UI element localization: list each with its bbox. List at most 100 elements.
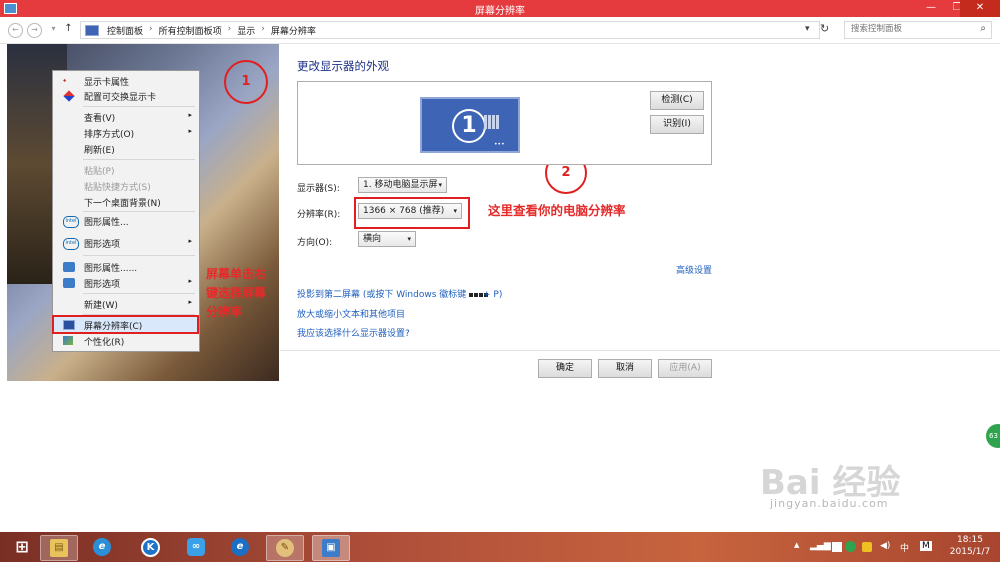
ok-button[interactable]: 确定 (538, 359, 592, 378)
breadcrumb-item[interactable]: 屏幕分辨率 (271, 24, 316, 37)
identify-button[interactable]: 识别(I) (650, 115, 704, 134)
which-settings-link[interactable]: 我应该选择什么显示器设置? (297, 326, 410, 339)
clock-time: 18:15 (957, 535, 983, 545)
ime-indicator[interactable]: M (920, 541, 932, 551)
internet-explorer-icon: e (93, 538, 111, 556)
submenu-arrow-icon: ▸ (188, 127, 192, 135)
submenu-arrow-icon: ▸ (188, 277, 192, 285)
submenu-arrow-icon: ▸ (188, 298, 192, 306)
intel-icon: intel (63, 238, 79, 250)
cancel-button[interactable]: 取消 (598, 359, 652, 378)
menu-item-next-background[interactable]: 下一个桌面背景(N) (54, 194, 198, 210)
annotation-left-note: 屏幕单击右 键选择屏幕 分辨率 (206, 267, 267, 319)
detect-button[interactable]: 检测(C) (650, 91, 704, 110)
display-select[interactable]: 1. 移动电脑显示屏 ▾ (358, 177, 447, 193)
breadcrumb-separator: › (149, 24, 153, 34)
graphics-icon (63, 278, 75, 288)
taskbar-internet-explorer[interactable]: e (84, 535, 120, 559)
menu-item-personalize[interactable]: 个性化(R) (54, 333, 198, 349)
taskbar: ⊞ ▤ e K ∞ e ✎ ▣ ▲ ▂▄▆ ◀) 中 M 18:15 2015/… (0, 532, 1000, 562)
windows-logo-icon: ⊞ (15, 537, 29, 556)
display-label: 显示器(S): (297, 184, 340, 194)
highlight-screen-resolution (52, 315, 199, 334)
text-size-link[interactable]: 放大或缩小文本和其他项目 (297, 307, 405, 320)
address-bar[interactable]: 控制面板 › 所有控制面板项 › 显示 › 屏幕分辨率 ▾ (80, 21, 820, 39)
window-title: 屏幕分辨率 (475, 6, 525, 17)
breadcrumb-item[interactable]: 显示 (237, 24, 255, 37)
taskbar-k-app[interactable]: K (132, 535, 168, 559)
taskbar-file-explorer[interactable]: ▤ (40, 535, 78, 561)
menu-item-switchable-graphics[interactable]: 配置可交换显示卡 (54, 88, 198, 104)
floating-badge[interactable]: 63 (986, 424, 1000, 448)
menu-item-intel-graphics-properties[interactable]: intel 图形属性... (54, 213, 198, 229)
address-dropdown-icon[interactable]: ▾ (805, 24, 810, 34)
search-input[interactable] (851, 22, 971, 36)
menu-item-graphics-card-properties[interactable]: ⬩ 显示卡属性 (54, 73, 198, 89)
breadcrumb: 控制面板 › 所有控制面板项 › 显示 › 屏幕分辨率 (107, 24, 316, 37)
minimize-button[interactable]: — (918, 0, 944, 17)
taskbar-browser[interactable]: e (222, 535, 258, 559)
search-icon[interactable]: ⌕ (980, 23, 986, 34)
clock-date: 2015/1/7 (949, 547, 991, 557)
chevron-down-icon: ▾ (453, 207, 457, 215)
graphics-card-icon: ⬩ (63, 76, 67, 86)
monitor-number: 1 (452, 109, 486, 143)
menu-item-refresh[interactable]: 刷新(E) (54, 141, 198, 157)
menu-item-paste-shortcut: 粘贴快捷方式(S) (84, 183, 151, 193)
menu-item-graphics-options[interactable]: 图形选项 ▸ (54, 275, 198, 291)
graphics-icon (63, 262, 75, 272)
control-panel-icon: ▣ (322, 539, 340, 557)
orientation-select[interactable]: 横向 ▾ (358, 231, 416, 247)
breadcrumb-item[interactable]: 所有控制面板项 (159, 24, 222, 37)
desktop-context-menu: ⬩ 显示卡属性 配置可交换显示卡 查看(V) ▸ 排序方式(O) ▸ 刷新(E)… (52, 70, 200, 352)
taskbar-cloud-app[interactable]: ∞ (178, 535, 214, 559)
page-title: 更改显示器的外观 (297, 59, 389, 73)
cloud-app-icon: ∞ (187, 538, 205, 556)
tray-app-icon[interactable] (862, 542, 872, 552)
breadcrumb-item[interactable]: 控制面板 (107, 24, 143, 37)
start-button[interactable]: ⊞ (4, 535, 40, 559)
intel-icon: intel (63, 216, 79, 228)
recent-pages-dropdown[interactable]: ▾ (47, 23, 60, 36)
orientation-label: 方向(O): (297, 238, 333, 248)
input-language-indicator[interactable]: 中 (900, 541, 909, 554)
monitor-preview-area: 1 ••• 检测(C) 识别(I) (297, 81, 712, 165)
forward-button[interactable]: → (27, 23, 42, 38)
tray-chevron-icon[interactable]: ▲ (794, 541, 799, 549)
title-bar: 屏幕分辨率 — ❐ ✕ (0, 0, 1000, 17)
taskbar-control-panel[interactable]: ▣ (312, 535, 350, 561)
address-toolbar: ← → ▾ ↑ 控制面板 › 所有控制面板项 › 显示 › 屏幕分辨率 ▾ ↻ … (0, 17, 1000, 44)
menu-separator (83, 255, 195, 256)
divider (280, 350, 1000, 351)
menu-item-graphics-properties[interactable]: 图形属性...... (54, 259, 198, 275)
advanced-settings-link[interactable]: 高级设置 (676, 263, 712, 276)
resolution-select[interactable]: 1366 × 768 (推荐) ▾ (358, 203, 462, 219)
step-1-marker: 1 (224, 60, 268, 104)
chevron-down-icon: ▾ (438, 181, 442, 189)
menu-item-new[interactable]: 新建(W) ▸ (54, 296, 198, 312)
system-clock[interactable]: 18:15 2015/1/7 (944, 534, 996, 558)
k-app-icon: K (141, 538, 160, 557)
menu-item-sort-by[interactable]: 排序方式(O) ▸ (54, 125, 198, 141)
back-button[interactable]: ← (8, 23, 23, 38)
menu-separator (83, 159, 195, 160)
volume-icon[interactable]: ◀) (880, 541, 890, 551)
project-second-screen-link[interactable]: 投影到第二屏幕 (或按下 Windows 徽标键 + P) (297, 287, 502, 300)
up-button[interactable]: ↑ (62, 23, 75, 36)
apply-button: 应用(A) (658, 359, 712, 378)
resolution-label: 分辨率(R): (297, 210, 341, 220)
refresh-button[interactable]: ↻ (820, 22, 829, 35)
security-icon[interactable] (845, 541, 856, 552)
paint-icon: ✎ (276, 539, 294, 557)
personalize-icon (63, 336, 73, 345)
close-button[interactable]: ✕ (960, 0, 1000, 17)
monitor-1-tile[interactable]: 1 ••• (420, 97, 520, 153)
network-icon[interactable]: ▂▄▆ (810, 541, 831, 551)
submenu-arrow-icon: ▸ (188, 237, 192, 245)
menu-item-view[interactable]: 查看(V) ▸ (54, 109, 198, 125)
menu-item-intel-graphics-options[interactable]: intel 图形选项 ▸ (54, 235, 198, 251)
browser-icon: e (231, 538, 249, 556)
battery-icon[interactable] (832, 542, 842, 552)
taskbar-paint[interactable]: ✎ (266, 535, 304, 561)
menu-separator (83, 106, 195, 107)
